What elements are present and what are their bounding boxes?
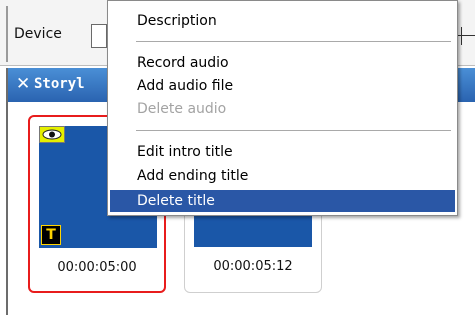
- menu-separator: [136, 130, 451, 132]
- eye-icon: [39, 126, 65, 143]
- close-icon[interactable]: ✕: [16, 74, 30, 94]
- menu-item-add-audio-file[interactable]: Add audio file: [110, 75, 455, 97]
- device-label: Device: [14, 26, 62, 42]
- device-select[interactable]: [91, 24, 107, 48]
- context-menu: Description Record audio Add audio file …: [107, 0, 458, 216]
- toolbar-divider: [455, 35, 475, 36]
- toolbar-divider-vertical: [461, 27, 462, 45]
- menu-item-record-audio[interactable]: Record audio: [110, 52, 455, 74]
- menu-item-edit-intro-title[interactable]: Edit intro title: [110, 141, 455, 163]
- menu-item-delete-audio: Delete audio: [137, 101, 227, 117]
- clip-time: 00:00:05:12: [213, 259, 293, 274]
- menu-separator: [136, 41, 451, 43]
- menu-item-description[interactable]: Description: [110, 10, 455, 32]
- title-badge-icon: T: [41, 225, 61, 245]
- storyboard-title: Storyl: [34, 76, 85, 92]
- clip-time: 00:00:05:00: [57, 260, 137, 275]
- menu-item-delete-title[interactable]: Delete title: [110, 190, 455, 212]
- toolbar-frame: [6, 6, 8, 62]
- menu-item-add-ending-title[interactable]: Add ending title: [110, 165, 455, 187]
